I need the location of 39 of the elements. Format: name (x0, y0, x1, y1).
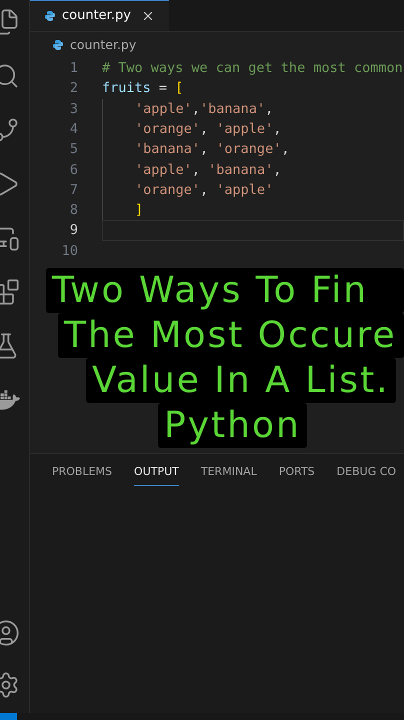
panel-tab[interactable]: OUTPUT (134, 464, 179, 486)
caption-text: Two Ways To Fin (52, 269, 370, 313)
code-line: # Two ways we can get the most common (102, 59, 403, 78)
python-icon (44, 10, 56, 22)
line-number: 6 (68, 160, 79, 180)
line-number: 10 (60, 242, 79, 261)
python-icon (52, 39, 64, 51)
line-number: 2 (68, 79, 79, 98)
account-icon[interactable] (0, 619, 20, 647)
breadcrumb[interactable]: counter.py (70, 36, 136, 54)
code-line: 'orange', 'apple' (135, 180, 274, 200)
line-number: 5 (68, 140, 79, 160)
files-icon[interactable] (0, 8, 20, 36)
code-line: ] (135, 201, 144, 220)
panel-tab[interactable]: PROBLEMS (52, 464, 112, 486)
line-number: 7 (68, 180, 79, 200)
code-line: 'orange', 'apple', (135, 120, 282, 139)
caption-text: Value In A List. (92, 359, 390, 403)
panel-tab[interactable]: PORTS (278, 464, 315, 486)
tab-label: counter.py (62, 7, 131, 26)
caption-text: Python (164, 404, 301, 448)
search-icon[interactable] (0, 62, 20, 90)
line-number: 3 (68, 100, 79, 119)
branch-icon[interactable] (0, 116, 20, 144)
caption-text: The Most Occure (64, 314, 398, 358)
code-line: 'banana', 'orange', (135, 140, 290, 160)
code-line: 'apple', 'banana', (135, 160, 282, 180)
settings-icon[interactable] (0, 671, 20, 699)
editor-tab[interactable]: counter.py (30, 0, 169, 31)
line-number: 8 (68, 201, 79, 220)
extensions-icon[interactable] (0, 278, 20, 306)
line-number: 9 (68, 221, 79, 240)
panel-tab[interactable]: TERMINAL (200, 464, 257, 486)
panel-tab[interactable]: DEBUG CO (336, 464, 396, 486)
line-number: 1 (68, 59, 79, 78)
code-line: 'apple','banana', (135, 100, 274, 119)
line-number: 4 (68, 120, 79, 139)
code-line: fruits = [ (102, 79, 184, 98)
run-icon[interactable] (0, 170, 20, 198)
